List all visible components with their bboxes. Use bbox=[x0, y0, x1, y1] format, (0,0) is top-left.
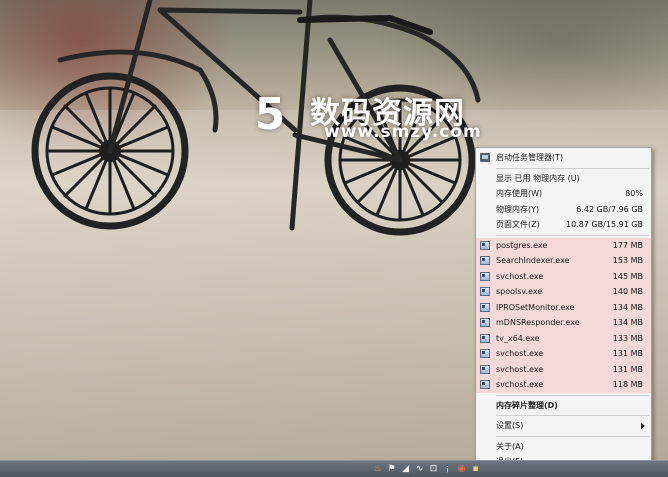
record-icon[interactable]: ◉ bbox=[456, 464, 467, 475]
menu-separator bbox=[496, 415, 649, 416]
process-icon bbox=[480, 349, 490, 358]
stat-value: 6.42 GB/7.96 GB bbox=[576, 204, 643, 214]
process-name: SearchIndexer.exe bbox=[496, 256, 570, 265]
process-icon bbox=[480, 240, 490, 250]
menu-separator bbox=[496, 234, 649, 236]
process-memory: 153 MB bbox=[612, 256, 643, 265]
app-icon[interactable]: ▪ bbox=[470, 464, 481, 475]
process-icon bbox=[480, 287, 490, 296]
process-memory: 140 MB bbox=[612, 287, 643, 296]
process-memory: 134 MB bbox=[612, 302, 643, 312]
process-name: mDNSResponder.exe bbox=[496, 318, 580, 327]
stat-label: 页面文件(Z) bbox=[496, 220, 540, 229]
stat-row-memory-usage[interactable]: 内存使用(W) 80% bbox=[476, 186, 651, 202]
process-row[interactable]: svchost.exe 145 MB bbox=[476, 268, 651, 284]
process-name: svchost.exe bbox=[496, 271, 544, 281]
process-memory: 131 MB bbox=[612, 364, 643, 374]
process-memory: 131 MB bbox=[612, 349, 643, 358]
menu-item-task-manager[interactable]: 启动任务管理器(T) bbox=[476, 150, 651, 166]
menu-item-label: 内存碎片整理(D) bbox=[496, 400, 558, 410]
menu-item-label: 设置(S) bbox=[496, 421, 524, 430]
stat-value: 80% bbox=[625, 189, 643, 198]
menu-item-defrag[interactable]: 内存碎片整理(D) bbox=[476, 398, 651, 414]
process-row[interactable]: tv_x64.exe 133 MB bbox=[476, 330, 651, 346]
stat-row-physical-memory[interactable]: 物理内存(Y) 6.42 GB/7.96 GB bbox=[476, 202, 651, 218]
menu-item-display-mode[interactable]: 显示 已用 物理内存 (U) bbox=[476, 171, 651, 187]
pin-icon[interactable]: ¡ bbox=[442, 464, 453, 475]
process-name: svchost.exe bbox=[496, 380, 544, 389]
submenu-arrow-icon bbox=[641, 423, 645, 429]
process-row[interactable]: svchost.exe 131 MB bbox=[476, 361, 651, 377]
process-row[interactable]: svchost.exe 131 MB bbox=[476, 346, 651, 362]
process-name: postgres.exe bbox=[496, 240, 548, 250]
process-name: IPROSetMonitor.exe bbox=[496, 302, 575, 312]
process-icon bbox=[480, 271, 490, 281]
menu-item-settings[interactable]: 设置(S) bbox=[476, 418, 651, 434]
menu-item-about[interactable]: 关于(A) bbox=[476, 439, 651, 455]
stat-label: 内存使用(W) bbox=[496, 189, 543, 198]
menu-item-label: 显示 已用 物理内存 (U) bbox=[496, 173, 580, 183]
watermark-logo: 5 数码资源网 www.smzy.com bbox=[240, 86, 490, 146]
menu-separator bbox=[496, 394, 649, 396]
menu-separator bbox=[496, 435, 649, 437]
system-tray: ♨ ⚑ ◢ ∿ ⊡ ¡ ◉ ▪ bbox=[372, 462, 481, 477]
process-icon bbox=[480, 333, 490, 343]
process-memory: 145 MB bbox=[612, 271, 643, 281]
process-icon bbox=[480, 364, 490, 374]
process-icon bbox=[480, 256, 490, 265]
process-name: tv_x64.exe bbox=[496, 333, 540, 343]
process-name: spoolsv.exe bbox=[496, 287, 543, 296]
process-row[interactable]: svchost.exe 118 MB bbox=[476, 377, 651, 393]
process-icon bbox=[480, 318, 490, 327]
network-icon[interactable]: ⊡ bbox=[428, 464, 439, 475]
process-memory: 134 MB bbox=[612, 318, 643, 327]
process-name: svchost.exe bbox=[496, 364, 544, 374]
process-icon bbox=[480, 380, 490, 389]
flame-icon[interactable]: ♨ bbox=[372, 464, 383, 475]
process-memory: 177 MB bbox=[612, 240, 643, 250]
task-manager-icon bbox=[480, 153, 490, 162]
stat-row-page-file[interactable]: 页面文件(Z) 10.87 GB/15.91 GB bbox=[476, 217, 651, 233]
menu-item-label: 关于(A) bbox=[496, 441, 524, 451]
logo-icon: 5 bbox=[254, 89, 286, 140]
watermark-url: www.smzy.com bbox=[324, 122, 482, 142]
process-row[interactable]: SearchIndexer.exe 153 MB bbox=[476, 253, 651, 269]
process-memory: 118 MB bbox=[612, 380, 643, 389]
process-row[interactable]: mDNSResponder.exe 134 MB bbox=[476, 315, 651, 331]
process-name: svchost.exe bbox=[496, 349, 544, 358]
menu-separator bbox=[496, 167, 649, 169]
signal-icon[interactable]: ◢ bbox=[400, 464, 411, 475]
flag-icon[interactable]: ⚑ bbox=[386, 464, 397, 475]
stat-value: 10.87 GB/15.91 GB bbox=[566, 220, 643, 229]
process-row[interactable]: spoolsv.exe 140 MB bbox=[476, 284, 651, 300]
taskbar: ♨ ⚑ ◢ ∿ ⊡ ¡ ◉ ▪ bbox=[0, 460, 668, 477]
process-row[interactable]: postgres.exe 177 MB bbox=[476, 237, 651, 253]
tray-context-menu: 启动任务管理器(T) 显示 已用 物理内存 (U) 内存使用(W) 80% 物理… bbox=[475, 147, 652, 469]
link-icon[interactable]: ∿ bbox=[414, 464, 425, 475]
process-row[interactable]: IPROSetMonitor.exe 134 MB bbox=[476, 299, 651, 315]
process-icon bbox=[480, 302, 490, 312]
stat-label: 物理内存(Y) bbox=[496, 204, 540, 214]
process-memory: 133 MB bbox=[612, 333, 643, 343]
menu-item-label: 启动任务管理器(T) bbox=[496, 153, 564, 162]
